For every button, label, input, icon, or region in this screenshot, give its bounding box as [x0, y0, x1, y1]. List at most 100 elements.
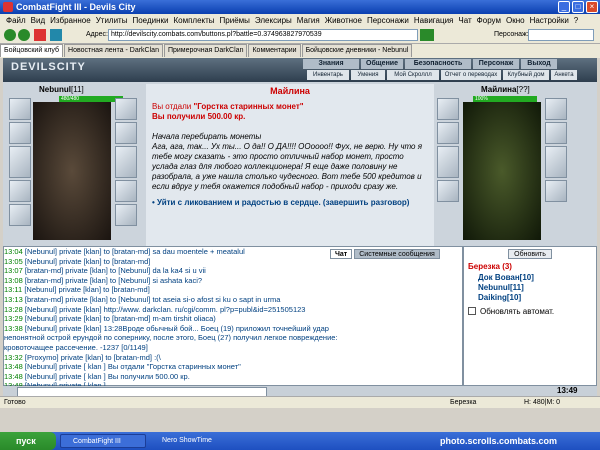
chat-line: 13:11 [Nebunul] private [klan] to [brata… — [4, 285, 462, 295]
shield-slot[interactable] — [115, 146, 137, 178]
nav-bottom-item[interactable]: Отчет о переводах — [441, 70, 501, 80]
nav-bottom-item[interactable]: Клубный дом — [503, 70, 549, 80]
game-clock: 13:49 — [557, 386, 578, 395]
menu-item[interactable]: Форум — [477, 14, 501, 27]
browser-tab[interactable]: Примерочная DarkClan — [163, 44, 248, 57]
npc-belt-slot — [437, 180, 459, 202]
right-player-avatar — [463, 102, 541, 240]
nav-bottom-item[interactable]: Мой Скроллл — [387, 70, 439, 80]
task-combatfight[interactable]: CombatFight III — [60, 434, 146, 448]
left-player-avatar — [33, 102, 111, 240]
chat-text: кровоточащее рассечение. -1237 [0/1149] — [4, 342, 148, 352]
nav-top-item[interactable]: Общение — [361, 59, 403, 69]
chat-tab[interactable]: Чат — [330, 249, 353, 259]
window-titlebar: CombatFight III - Devils City — [0, 0, 600, 14]
menu-item[interactable]: Настройки — [530, 14, 569, 27]
back-icon[interactable] — [4, 29, 16, 41]
chat-text: [Proxymo] private [klan] to [bratan-md] … — [24, 352, 161, 362]
menu-item[interactable]: Файл — [6, 14, 26, 27]
status-bar: Готово Березка H: 480|M: 0 — [0, 396, 600, 408]
chat-line: 13:29 [Nebunul] private [klan] to [brata… — [4, 314, 462, 324]
npc-dialog: Майлина Вы отдали "Горстка старинных мон… — [146, 84, 434, 270]
stop-icon[interactable] — [34, 29, 46, 41]
task-nero[interactable]: Nero ShowTime — [150, 434, 236, 448]
armor-slot[interactable] — [9, 146, 31, 178]
menu-item[interactable]: Навигация — [414, 14, 454, 27]
menu-item[interactable]: Приёмы — [220, 14, 250, 27]
nav-top-item[interactable]: Знания — [303, 59, 359, 69]
auto-refresh-checkbox[interactable] — [468, 307, 476, 315]
start-button[interactable]: пуск — [0, 432, 56, 450]
forward-icon[interactable] — [18, 29, 30, 41]
address-label: Адрес: — [86, 31, 108, 38]
menu-item[interactable]: Животное — [325, 14, 362, 27]
player-entry[interactable]: Док Вован[10] — [478, 273, 534, 283]
player-name[interactable]: Док Вован[10] — [478, 273, 534, 282]
maximize-button[interactable]: □ — [572, 1, 584, 13]
go-button[interactable] — [420, 29, 434, 41]
amulet-slot[interactable] — [115, 204, 137, 226]
chat-time: 13:04 — [4, 247, 23, 256]
address-input[interactable]: http://devilscity.combats.com/buttons.pl… — [108, 29, 418, 41]
weapon-slot[interactable] — [9, 122, 31, 144]
leave-dialog-link[interactable]: • Уйти с ликованием и радостью в сердце.… — [152, 198, 428, 208]
npc-ring-slot — [545, 98, 567, 120]
menu-item[interactable]: Элексиры — [255, 14, 292, 27]
npc-legs-slot — [545, 180, 567, 202]
minimize-button[interactable]: _ — [558, 1, 570, 13]
belt-slot[interactable] — [9, 180, 31, 202]
status-text: Готово — [4, 399, 26, 406]
person-label: Персонаж: — [494, 31, 529, 38]
player-entry[interactable]: Daiking[10] — [478, 293, 534, 303]
browser-tab[interactable]: Новостная лента - DarkClan — [64, 44, 163, 57]
menu-item[interactable]: Чат — [458, 14, 471, 27]
status-hp: H: 480|M: 0 — [524, 399, 561, 406]
chat-line: 13:32 [Proxymo] private [klan] to [brata… — [4, 353, 462, 363]
nav-top-item[interactable]: Безопасность — [405, 59, 471, 69]
chat-time: 13:05 — [4, 256, 23, 266]
menu-item[interactable]: Вид — [31, 14, 45, 27]
menu-item[interactable]: Комплекты — [173, 14, 214, 27]
chat-text: [bratan-md] private [klan] to [Nebunul] … — [24, 275, 203, 285]
refresh-icon[interactable] — [50, 29, 62, 41]
menu-item[interactable]: Магия — [297, 14, 320, 27]
person-input[interactable] — [528, 29, 594, 41]
chat-tab[interactable]: Системные сообщения — [354, 249, 440, 259]
menu-item[interactable]: ? — [574, 14, 578, 27]
chat-line: 13:13 [bratan-md] private [klan] to [Neb… — [4, 295, 462, 305]
gave-line: Вы отдали "Горстка старинных монет" — [152, 102, 304, 111]
app-icon — [3, 2, 13, 12]
gloves-slot[interactable] — [115, 122, 137, 144]
nav-top-item[interactable]: Выход — [521, 59, 557, 69]
menu-item[interactable]: Персонажи — [367, 14, 409, 27]
nav-bottom-item[interactable]: Инвентарь — [307, 70, 349, 80]
browser-tab[interactable]: Бойцовский клуб — [0, 44, 64, 57]
npc-weapon-slot — [437, 122, 459, 144]
browser-tab[interactable]: Комментарии — [248, 44, 301, 57]
browser-tab[interactable]: Бойцовские дневники - Nebunul — [301, 44, 413, 57]
helmet-slot[interactable] — [9, 98, 31, 120]
chat-line: 13:08 [bratan-md] private [klan] to [Neb… — [4, 276, 462, 286]
refresh-button[interactable]: Обновить — [508, 249, 552, 259]
menu-item[interactable]: Утилиты — [96, 14, 128, 27]
player-name[interactable]: Daiking[10] — [478, 293, 521, 302]
chat-text: [Nebunul] private [klan] to [bratan-md] … — [24, 247, 245, 256]
chat-line: 13:48 [Nebunul] private [ klan ] Вы отда… — [4, 362, 462, 372]
menu-item[interactable]: Окно — [506, 14, 525, 27]
legs-slot[interactable] — [115, 180, 137, 202]
menu-item[interactable]: Избранное — [50, 14, 91, 27]
player-entry[interactable]: Nebunul[11] — [478, 283, 534, 293]
chat-text: [bratan-md] private [klan] to [Nebunul] … — [24, 294, 281, 304]
nav-bottom-item[interactable]: Умения — [351, 70, 385, 80]
nav-bottom-item[interactable]: Анкета — [551, 70, 577, 80]
close-button[interactable]: × — [586, 1, 598, 13]
player-name[interactable]: Nebunul[11] — [478, 283, 524, 292]
chat-log[interactable]: 13:04 [Nebunul] private [klan] to [brata… — [3, 246, 463, 390]
chat-text: [Nebunul] private [ klan ] Вы отдали "Го… — [24, 362, 241, 372]
chat-line: 13:48 [Nebunul] private [ klan ] Вы полу… — [4, 372, 462, 382]
boots-slot[interactable] — [9, 204, 31, 226]
chat-line: непонятной острой ерундой по сопернику, … — [4, 333, 462, 343]
nav-top-item[interactable]: Персонаж — [473, 59, 519, 69]
ring-slot[interactable] — [115, 98, 137, 120]
menu-item[interactable]: Поединки — [132, 14, 168, 27]
